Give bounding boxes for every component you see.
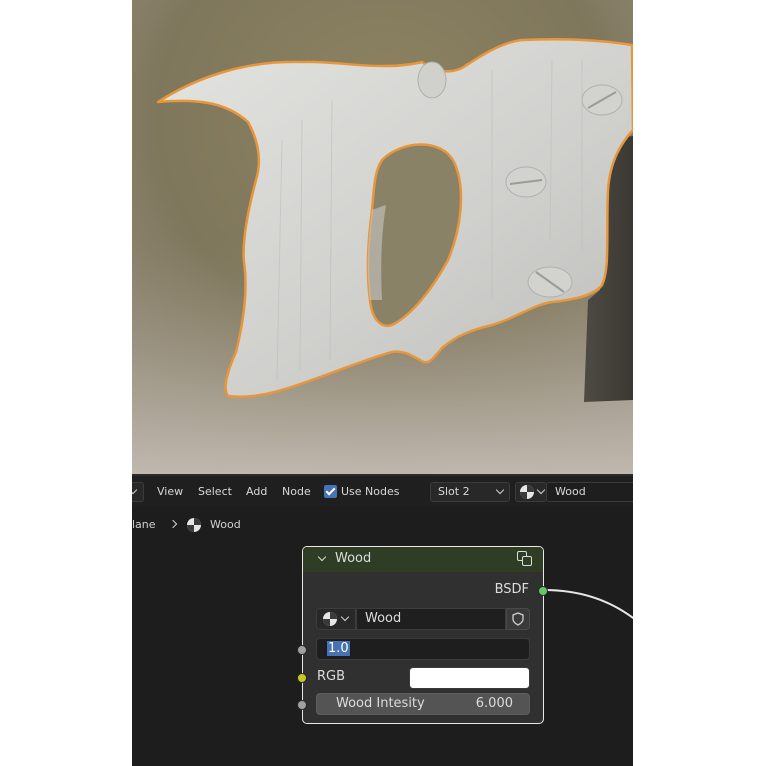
- material-browse-button[interactable]: [515, 482, 547, 502]
- node-editor-header: View Select Add Node Use Nodes Slot 2 Wo…: [132, 474, 633, 506]
- value-input-text: 1.0: [327, 641, 350, 656]
- node-title: Wood: [335, 551, 372, 566]
- node-editor-canvas[interactable]: lane Wood Wood BSDF Wood 1.0 RGB Wood In…: [132, 506, 633, 766]
- shield-icon: [512, 612, 524, 626]
- input-socket-value[interactable]: [297, 645, 307, 655]
- use-nodes-checkbox[interactable]: [324, 485, 337, 498]
- blender-window: View Select Add Node Use Nodes Slot 2 Wo…: [132, 0, 633, 766]
- chevron-down-icon: [536, 485, 546, 495]
- output-socket-bsdf[interactable]: [538, 586, 548, 596]
- chevron-down-icon: [132, 485, 138, 495]
- menu-node[interactable]: Node: [282, 485, 311, 498]
- intensity-label: Wood Intesity: [336, 696, 425, 711]
- input-socket-intensity[interactable]: [297, 700, 307, 710]
- menu-view[interactable]: View: [157, 485, 183, 498]
- output-label-bsdf: BSDF: [494, 582, 529, 597]
- slot-dropdown[interactable]: Slot 2: [430, 482, 510, 502]
- editor-type-dropdown[interactable]: [132, 482, 144, 502]
- material-name-text: Wood: [555, 485, 586, 498]
- chevron-down-icon: [340, 612, 350, 622]
- node-group-icon[interactable]: [517, 551, 533, 567]
- viewport-render[interactable]: [132, 0, 633, 474]
- menu-add[interactable]: Add: [246, 485, 267, 498]
- input-socket-rgb[interactable]: [297, 673, 307, 683]
- chevron-down-icon[interactable]: [317, 552, 327, 562]
- use-nodes-label[interactable]: Use Nodes: [341, 485, 400, 498]
- node-header[interactable]: Wood: [303, 547, 543, 572]
- menu-select[interactable]: Select: [198, 485, 232, 498]
- slot-label: Slot 2: [438, 485, 470, 498]
- material-name-field[interactable]: Wood: [546, 482, 633, 502]
- node-wood[interactable]: Wood BSDF Wood 1.0 RGB Wood Intesity 6.0…: [297, 546, 548, 724]
- wood-intensity-slider[interactable]: Wood Intesity 6.000: [316, 693, 530, 715]
- rgb-label: RGB: [317, 669, 346, 684]
- material-sphere-icon: [323, 612, 337, 626]
- value-input[interactable]: 1.0: [316, 638, 530, 660]
- node-material-name-text: Wood: [365, 611, 402, 626]
- chevron-down-icon: [495, 485, 505, 495]
- rgb-color-swatch[interactable]: [409, 667, 530, 689]
- intensity-value: 6.000: [475, 696, 513, 711]
- 3d-viewport[interactable]: [132, 0, 633, 474]
- node-material-browse[interactable]: [316, 608, 356, 630]
- material-sphere-icon: [520, 485, 534, 499]
- node-material-name[interactable]: Wood: [356, 608, 506, 630]
- fake-user-shield-button[interactable]: [506, 608, 530, 630]
